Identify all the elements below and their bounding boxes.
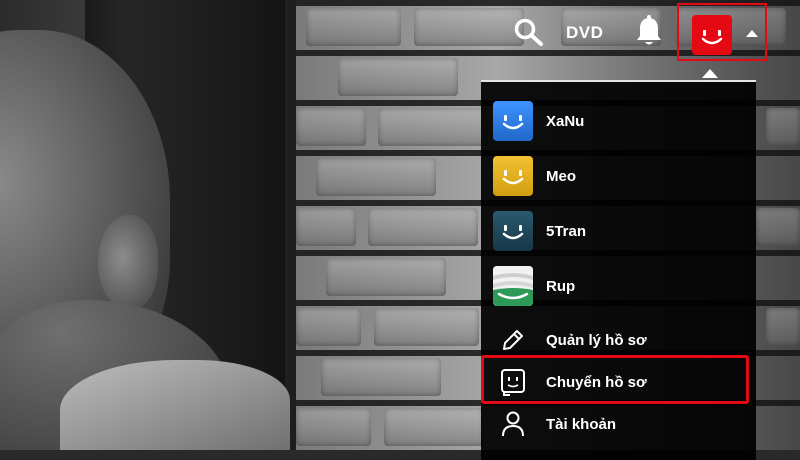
profile-item-xanu[interactable]: XaNu [493, 99, 584, 143]
profile-item-meo[interactable]: Meo [493, 154, 576, 198]
switch-profile-button[interactable]: Chuyển hồ sơ [493, 362, 647, 402]
caret-up-icon [746, 30, 758, 37]
avatar [493, 156, 533, 196]
profile-name: Meo [546, 167, 576, 185]
manage-profiles-button[interactable]: Quản lý hồ sơ [493, 320, 647, 360]
manage-profiles-label: Quản lý hồ sơ [546, 331, 647, 349]
user-icon [493, 407, 533, 441]
striped-avatar-icon [493, 266, 533, 306]
notifications-button[interactable] [632, 14, 666, 50]
profile-name: Rup [546, 277, 576, 295]
account-label: Tài khoản [546, 415, 617, 433]
profile-item-rup[interactable]: Rup [493, 264, 575, 308]
smiley-avatar-icon [502, 170, 524, 185]
avatar [493, 211, 533, 251]
pencil-icon [493, 323, 533, 357]
avatar [493, 101, 533, 141]
avatar [493, 266, 533, 306]
background-person-shirt [60, 360, 290, 450]
profile-name: 5Tran [546, 222, 587, 240]
profile-menu-trigger[interactable] [677, 3, 767, 61]
switch-profile-icon [493, 365, 533, 399]
dvd-link[interactable]: DVD [566, 18, 603, 48]
menu-pointer-icon [702, 69, 718, 78]
smiley-avatar-icon [701, 30, 723, 45]
search-icon [514, 18, 543, 46]
smiley-avatar-icon [502, 115, 524, 130]
profile-name: XaNu [546, 112, 585, 130]
background-person-ear [98, 215, 158, 310]
smiley-avatar-icon [502, 225, 524, 240]
profile-dropdown-menu: XaNu Meo 5Tran Rup Quản lý hồ sơ Chuyển … [481, 80, 756, 460]
bell-icon [637, 15, 661, 45]
avatar [692, 15, 732, 55]
account-button[interactable]: Tài khoản [493, 404, 616, 444]
switch-profile-label: Chuyển hồ sơ [546, 373, 647, 391]
search-button[interactable] [512, 17, 546, 47]
profile-item-5tran[interactable]: 5Tran [493, 209, 586, 253]
